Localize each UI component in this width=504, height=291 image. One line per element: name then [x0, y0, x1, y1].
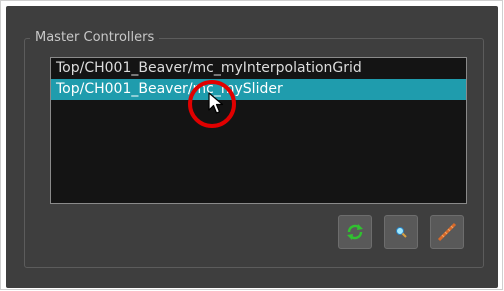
group-title: Master Controllers [30, 30, 160, 46]
mouse-cursor-icon [208, 92, 224, 114]
refresh-button[interactable] [338, 215, 372, 249]
select-node-button[interactable] [384, 215, 418, 249]
list-item-selected[interactable]: Top/CH001_Beaver/mc_mySlider [51, 79, 466, 100]
edit-ruler-icon [437, 222, 457, 242]
controllers-list[interactable]: Top/CH001_Beaver/mc_myInterpolationGrid … [50, 57, 467, 204]
select-node-icon [396, 227, 407, 238]
edit-ruler-button[interactable] [430, 215, 464, 249]
list-item[interactable]: Top/CH001_Beaver/mc_myInterpolationGrid [51, 58, 466, 79]
refresh-icon [347, 224, 363, 240]
